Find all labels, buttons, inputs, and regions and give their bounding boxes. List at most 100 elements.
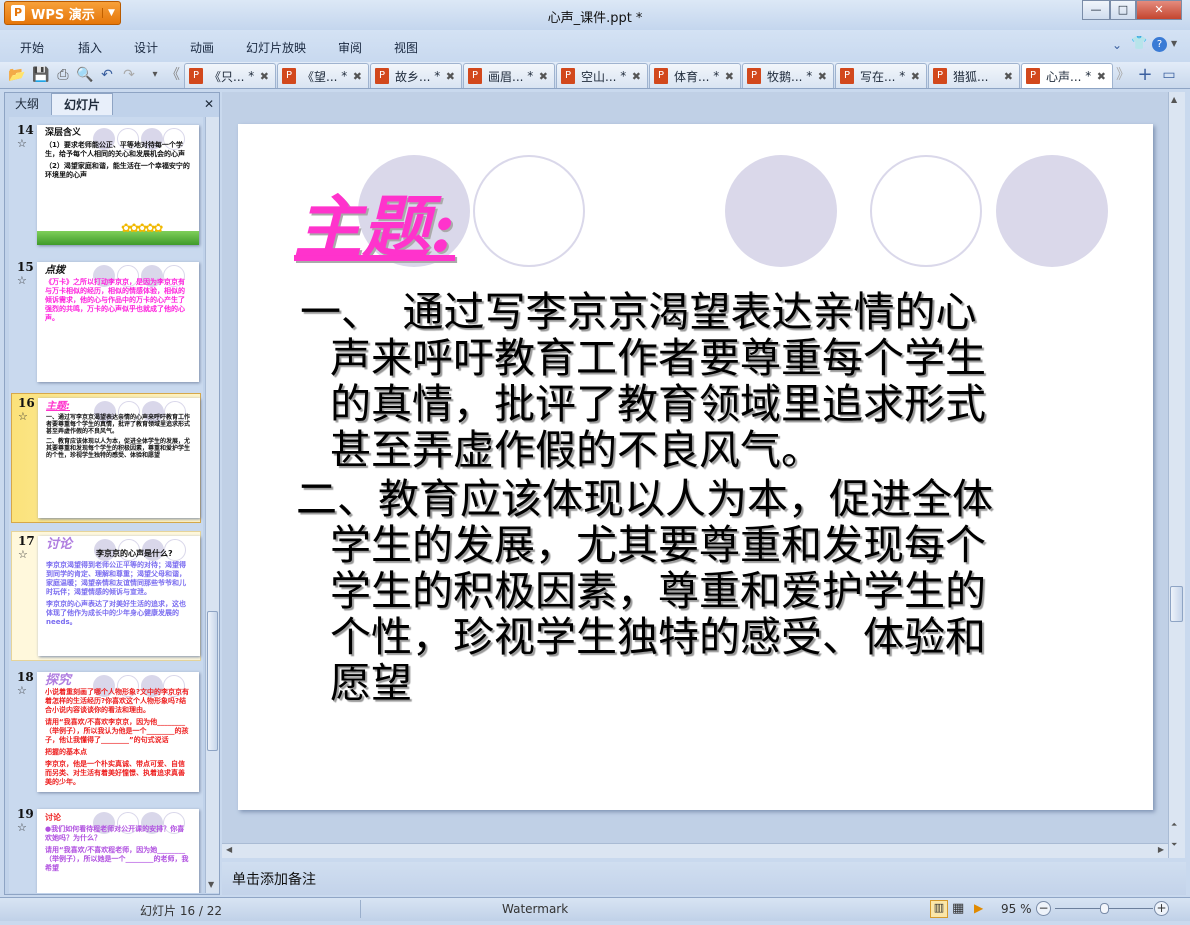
text-line: 学生的发展，尤其要尊重和发现每个 bbox=[330, 521, 986, 569]
tabs-scroll-right-icon[interactable]: 》 bbox=[1114, 66, 1132, 84]
close-tab-icon[interactable]: ✖ bbox=[1097, 70, 1106, 83]
tab-label: 画眉... bbox=[488, 69, 524, 84]
minimize-button[interactable]: — bbox=[1082, 0, 1110, 20]
redo-icon[interactable]: ↷ bbox=[120, 66, 138, 84]
close-tab-icon[interactable]: ✖ bbox=[818, 70, 827, 83]
slide-thumbnail-18[interactable]: 18 ☆ 探究 小说着重刻画了哪个人物形象?文中的李京京有着怎样的生活经历?你喜欢… bbox=[11, 668, 201, 798]
animation-star-icon: ☆ bbox=[17, 684, 27, 697]
slide-thumbnail-15[interactable]: 15 ☆ 点拨 《万卡》之所以打动李京京，是因为李京京有与万卡相似的经历，相似的情… bbox=[11, 258, 201, 388]
grass-image bbox=[37, 231, 199, 245]
ribbon-menu: 开始 插入 设计 动画 幻灯片放映 审阅 视图 ⌄ 👕 ? ▼ bbox=[0, 30, 1190, 62]
menu-view[interactable]: 视图 bbox=[394, 39, 418, 56]
zoom-out-icon[interactable]: − bbox=[1036, 901, 1051, 916]
new-tab-plus-icon[interactable]: + bbox=[1136, 66, 1154, 84]
close-tab-icon[interactable]: ✖ bbox=[353, 70, 362, 83]
slide-thumbnail-14[interactable]: 14 ☆ 深层含义 （1）要求老师能公正、平等地对待每一个学生，给予每个人相同的关… bbox=[11, 121, 201, 251]
close-tab-icon[interactable]: ✖ bbox=[725, 70, 734, 83]
slide-thumbnail-19[interactable]: 19 ☆ 讨论 ●我们如何看待程老师对公开课的安排？你喜欢她吗？为什么？ 请用“我喜… bbox=[11, 805, 201, 893]
close-tab-icon[interactable]: ✖ bbox=[632, 70, 641, 83]
slide-thumbnail-16[interactable]: 16 ☆ 主题: 一、通过写李京京渴望表达亲情的心声来呼吁教育工作者要尊重每个学生… bbox=[11, 393, 201, 523]
prev-slide-icon[interactable]: ⏶ bbox=[1171, 820, 1177, 830]
save-icon[interactable]: 💾 bbox=[32, 66, 50, 84]
tab-label: 《望... bbox=[302, 69, 338, 84]
thumb-text: 小说着重刻画了哪个人物形象?文中的李京京有着怎样的生活经历?你喜欢这个人物形象吗… bbox=[45, 688, 190, 714]
vertical-scrollbar[interactable]: ▲ ⏶ ⏷ bbox=[1168, 92, 1185, 858]
scroll-up-icon[interactable]: ▲ bbox=[1171, 95, 1177, 104]
print-icon[interactable]: ⎙ bbox=[54, 66, 72, 84]
zoom-slider[interactable] bbox=[1055, 903, 1153, 914]
document-tab[interactable]: P 牧鹅... * ✖ bbox=[742, 63, 834, 88]
document-tab[interactable]: P 心声... * ✖ bbox=[1021, 63, 1113, 88]
status-bar: 幻灯片 16 / 22 Watermark ▥ ▦ ▶ 95 % − + bbox=[0, 897, 1190, 921]
slide-title[interactable]: 主题: bbox=[294, 172, 515, 271]
help-icon[interactable]: ? bbox=[1152, 37, 1167, 52]
document-tab[interactable]: P 《只... * ✖ bbox=[184, 63, 276, 88]
window-title: 心声_课件.ppt * bbox=[547, 11, 643, 26]
maximize-button[interactable]: □ bbox=[1110, 0, 1136, 20]
menu-insert[interactable]: 插入 bbox=[78, 39, 102, 56]
menu-design[interactable]: 设计 bbox=[134, 39, 158, 56]
notes-area[interactable]: 单击添加备注 bbox=[222, 862, 1186, 895]
zoom-level[interactable]: 95 % bbox=[1001, 902, 1032, 916]
document-tab[interactable]: P 故乡... * ✖ bbox=[370, 63, 462, 88]
close-tab-icon[interactable]: ✖ bbox=[1004, 70, 1013, 83]
customize-toolbar-icon[interactable]: ▾ bbox=[146, 66, 164, 84]
slide-counter: 幻灯片 16 / 22 bbox=[140, 904, 223, 918]
scrollbar-thumb[interactable] bbox=[207, 611, 218, 751]
quick-toolbar: 📂 💾 ⎙ 🔍 ↶ ↷ ▾ 《 P 《只... * ✖ P 《望... * ✖ P 故乡...… bbox=[0, 62, 1190, 89]
scroll-right-icon[interactable]: ▶ bbox=[1158, 845, 1164, 854]
slide-paragraph-2[interactable]: 二、教育应该体现以人为本，促进全体 学生的发展，尤其要尊重和发现每个 学生的积极… bbox=[296, 476, 1086, 706]
open-folder-icon[interactable]: 📂 bbox=[8, 66, 26, 84]
menu-slideshow[interactable]: 幻灯片放映 bbox=[246, 39, 306, 56]
help-dropdown-icon[interactable]: ▼ bbox=[1171, 39, 1177, 48]
document-tab[interactable]: P 猎狐... ✖ bbox=[928, 63, 1020, 88]
text-line: 甚至弄虚作假的不良风气。 bbox=[330, 426, 822, 474]
document-tab[interactable]: P 画眉... * ✖ bbox=[463, 63, 555, 88]
decor-circle bbox=[870, 155, 982, 267]
tab-label: 牧鹅... bbox=[767, 69, 803, 84]
tab-label: 体育... bbox=[674, 69, 710, 84]
document-tab[interactable]: P 体育... * ✖ bbox=[649, 63, 741, 88]
thumbnail-scrollbar[interactable]: ▼ bbox=[205, 117, 219, 893]
document-tab[interactable]: P 写在... * ✖ bbox=[835, 63, 927, 88]
tab-list-icon[interactable]: ▭ bbox=[1160, 66, 1178, 84]
scroll-left-icon[interactable]: ◀ bbox=[226, 845, 232, 854]
document-tab[interactable]: P 《望... * ✖ bbox=[277, 63, 369, 88]
print-preview-icon[interactable]: 🔍 bbox=[76, 66, 94, 84]
close-tab-icon[interactable]: ✖ bbox=[911, 70, 920, 83]
tab-outline[interactable]: 大纲 bbox=[5, 93, 49, 115]
horizontal-scrollbar[interactable]: ◀ ▶ bbox=[222, 843, 1168, 858]
menu-animation[interactable]: 动画 bbox=[190, 39, 214, 56]
slide-paragraph-1[interactable]: 一、 通过写李京京渴望表达亲情的心 声来呼吁教育工作者要尊重每个学生 的真情，批… bbox=[300, 289, 1090, 473]
normal-view-icon[interactable]: ▥ bbox=[930, 900, 948, 918]
slide-number: 14 bbox=[17, 123, 34, 137]
slide-sorter-icon[interactable]: ▦ bbox=[952, 901, 964, 916]
divider bbox=[360, 900, 361, 918]
close-button[interactable]: ✕ bbox=[1136, 0, 1182, 20]
slide-canvas[interactable]: 主题: 一、 通过写李京京渴望表达亲情的心 声来呼吁教育工作者要尊重每个学生 的… bbox=[238, 124, 1153, 810]
collapse-ribbon-icon[interactable]: ⌄ bbox=[1112, 38, 1122, 52]
close-tab-icon[interactable]: ✖ bbox=[260, 70, 269, 83]
ppt-file-icon: P bbox=[840, 68, 854, 84]
ppt-file-icon: P bbox=[1026, 68, 1040, 84]
slideshow-icon[interactable]: ▶ bbox=[974, 901, 983, 915]
tabs-scroll-left-icon[interactable]: 《 bbox=[164, 66, 182, 84]
tab-slides[interactable]: 幻灯片 bbox=[51, 93, 113, 115]
tab-label: 空山... bbox=[581, 69, 617, 84]
zoom-in-icon[interactable]: + bbox=[1154, 901, 1169, 916]
scrollbar-thumb[interactable] bbox=[1170, 586, 1183, 622]
scroll-down-icon[interactable]: ▼ bbox=[208, 880, 214, 889]
close-tab-icon[interactable]: ✖ bbox=[446, 70, 455, 83]
document-tab[interactable]: P 空山... * ✖ bbox=[556, 63, 648, 88]
close-tab-icon[interactable]: ✖ bbox=[539, 70, 548, 83]
next-slide-icon[interactable]: ⏷ bbox=[1171, 840, 1177, 850]
undo-icon[interactable]: ↶ bbox=[98, 66, 116, 84]
menu-home[interactable]: 开始 bbox=[20, 39, 44, 56]
menu-review[interactable]: 审阅 bbox=[338, 39, 362, 56]
modified-marker: * bbox=[806, 69, 813, 83]
slide-thumbnail-17[interactable]: 17 ☆ 讨论 李京京的心声是什么? 李京京渴望得到老师公正平等的对待；渴望得到同… bbox=[11, 531, 201, 661]
close-panel-icon[interactable]: ✕ bbox=[201, 93, 217, 115]
zoom-slider-thumb[interactable] bbox=[1100, 903, 1109, 914]
skin-shirt-icon[interactable]: 👕 bbox=[1131, 36, 1147, 51]
thumbnail-image: 探究 小说着重刻画了哪个人物形象?文中的李京京有着怎样的生活经历?你喜欢这个人物… bbox=[37, 672, 199, 792]
